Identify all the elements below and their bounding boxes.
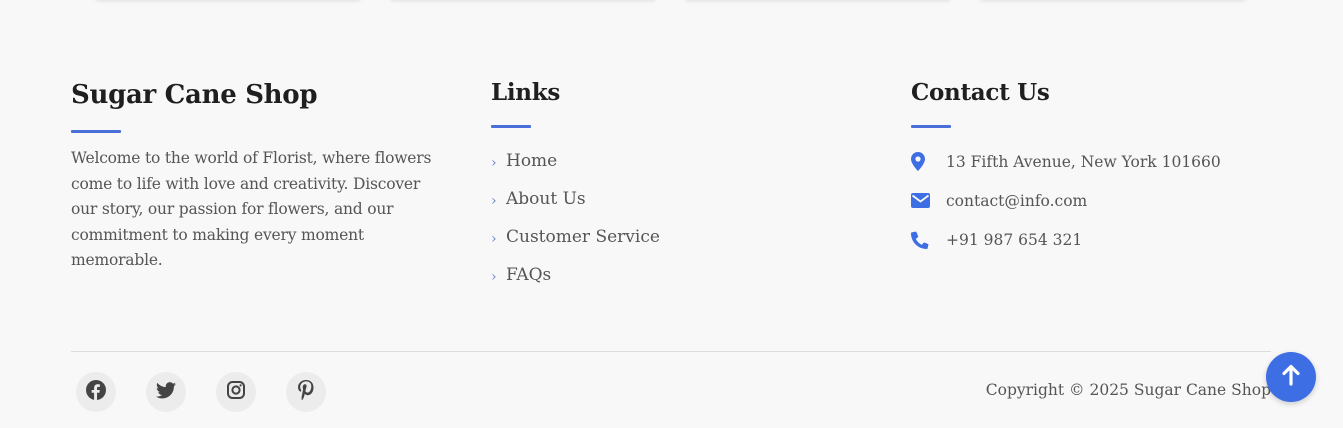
heading-underline: [71, 130, 121, 133]
link-label[interactable]: Customer Service: [506, 227, 660, 247]
phone-icon: [911, 231, 946, 249]
footer-divider: [71, 351, 1271, 352]
phone-link[interactable]: +91 987 654 321: [946, 231, 1082, 249]
envelope-icon: [911, 193, 946, 208]
instagram-button[interactable]: [216, 372, 256, 412]
arrow-up-icon: [1281, 364, 1301, 390]
footer-link-faqs[interactable]: › FAQs: [491, 256, 871, 294]
chevron-right-icon: ›: [491, 268, 497, 285]
twitter-icon: [156, 381, 176, 403]
heading-underline: [491, 125, 531, 128]
contact-address: 13 Fifth Avenue, New York 101660: [911, 142, 1291, 181]
instagram-icon: [227, 381, 245, 403]
footer-links-column: Links › Home › About Us › Customer Servi…: [491, 78, 871, 294]
footer-link-about-us[interactable]: › About Us: [491, 180, 871, 218]
footer-link-customer-service[interactable]: › Customer Service: [491, 218, 871, 256]
scroll-to-top-button[interactable]: [1266, 352, 1316, 402]
email-link[interactable]: contact@info.com: [946, 192, 1087, 210]
link-label[interactable]: About Us: [506, 189, 586, 209]
top-cards-edge: [0, 0, 1343, 4]
contact-phone[interactable]: +91 987 654 321: [911, 220, 1291, 259]
footer-about-column: Sugar Cane Shop Welcome to the world of …: [71, 78, 441, 274]
address-text: 13 Fifth Avenue, New York 101660: [946, 152, 1221, 171]
about-description: Welcome to the world of Florist, where f…: [71, 149, 432, 269]
contact-list: 13 Fifth Avenue, New York 101660 contact…: [911, 142, 1291, 259]
chevron-right-icon: ›: [491, 230, 497, 247]
chevron-right-icon: ›: [491, 192, 497, 209]
twitter-button[interactable]: [146, 372, 186, 412]
footer-brand-title: Sugar Cane Shop: [71, 80, 318, 110]
link-label[interactable]: FAQs: [506, 265, 551, 285]
pinterest-icon: [298, 380, 314, 404]
contact-email[interactable]: contact@info.com: [911, 181, 1291, 220]
pinterest-button[interactable]: [286, 372, 326, 412]
footer-contact-column: Contact Us 13 Fifth Avenue, New York 101…: [911, 78, 1291, 259]
facebook-button[interactable]: [76, 372, 116, 412]
links-heading: Links: [491, 79, 561, 106]
contact-heading: Contact Us: [911, 79, 1050, 106]
footer-link-home[interactable]: › Home: [491, 142, 871, 180]
chevron-right-icon: ›: [491, 154, 497, 171]
links-list: › Home › About Us › Customer Service › F…: [491, 142, 871, 294]
facebook-icon: [86, 380, 106, 404]
copyright-text: Copyright © 2025 Sugar Cane Shop: [985, 381, 1271, 399]
social-links: [76, 372, 326, 412]
map-pin-icon: [911, 152, 946, 171]
heading-underline: [911, 125, 951, 128]
link-label[interactable]: Home: [506, 151, 557, 171]
